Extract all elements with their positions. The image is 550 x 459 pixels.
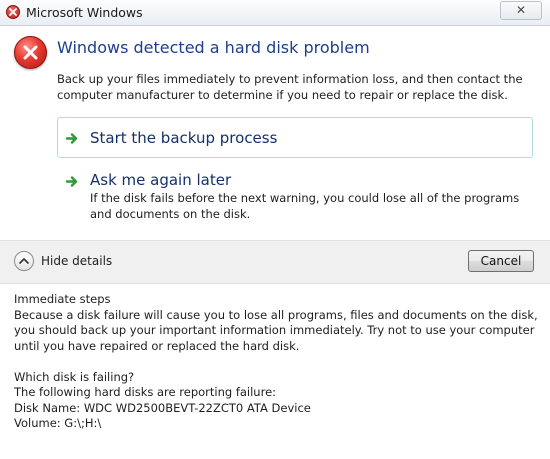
details-heading: Immediate steps (14, 292, 111, 306)
hide-details-label[interactable]: Hide details (41, 254, 112, 268)
expanded-details: Immediate steps Because a disk failure w… (14, 292, 538, 432)
start-backup-command-link[interactable]: Start the backup process (57, 117, 533, 158)
cancel-button[interactable]: Cancel (468, 250, 534, 272)
main-content: Back up your files immediately to preven… (57, 72, 523, 102)
command-link-description: If the disk fails before the next warnin… (90, 191, 520, 221)
hide-details-toggle[interactable] (14, 251, 34, 271)
dialog-footer: Hide details Cancel (0, 240, 550, 284)
error-icon (6, 5, 20, 19)
disk-name: Disk Name: WDC WD2500BEVT-22ZCT0 ATA Dev… (14, 400, 311, 415)
chevron-up-icon (19, 258, 29, 264)
failing-disk-intro: The following hard disks are reporting f… (14, 385, 277, 399)
ask-later-command-link[interactable]: Ask me again later If the disk fails bef… (57, 166, 533, 224)
green-arrow-icon (66, 133, 78, 144)
failing-disk-heading: Which disk is failing? (14, 369, 135, 384)
close-button[interactable]: ✕ (500, 1, 542, 20)
close-icon: ✕ (515, 3, 527, 17)
details-steps-text: Because a disk failure will cause you to… (14, 307, 538, 353)
command-link-title: Ask me again later (90, 171, 232, 189)
green-arrow-icon (66, 176, 78, 187)
error-icon (14, 36, 47, 69)
title-bar: Microsoft Windows ✕ (0, 0, 550, 26)
window-title: Microsoft Windows (26, 5, 143, 20)
command-link-title: Start the backup process (90, 129, 278, 147)
main-instruction: Windows detected a hard disk problem (57, 38, 370, 57)
disk-volume: Volume: G:\;H:\ (14, 416, 102, 430)
